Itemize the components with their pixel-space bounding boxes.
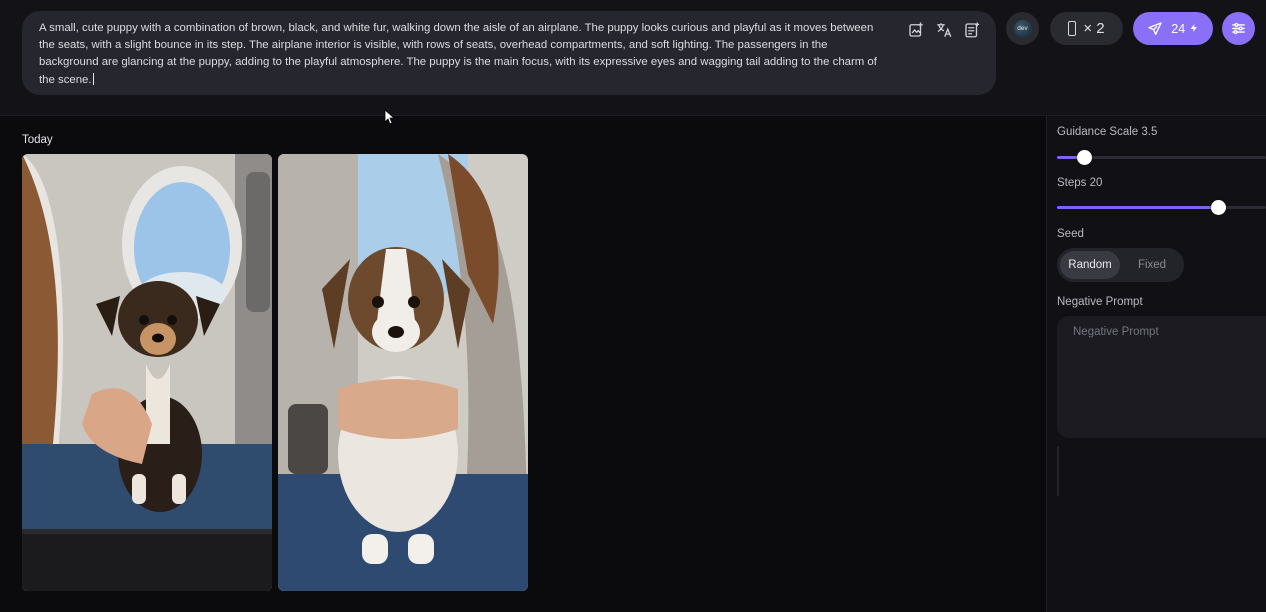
prompt-tools [905,19,982,40]
guidance-scale-thumb[interactable] [1077,150,1093,165]
settings-toggle-button[interactable] [1222,12,1255,45]
settings-panel: Guidance Scale 3.5 Steps 20 Seed Random … [1047,116,1266,612]
negative-prompt-input[interactable] [1073,326,1260,428]
generated-image-2[interactable] [278,154,528,591]
gallery-area: Today [0,116,1046,612]
translate-icon[interactable] [933,19,954,40]
prompt-text[interactable]: A small, cute puppy with a combination o… [39,20,878,89]
model-badge-label: dev [1017,25,1028,32]
steps-slider[interactable] [1057,200,1266,215]
prompt-input-box[interactable]: A small, cute puppy with a combination o… [22,11,996,95]
panel-scrollbar[interactable] [1057,446,1059,496]
lightning-icon [1190,23,1197,32]
credits-count: 24 [1171,21,1186,36]
text-caret [92,72,94,85]
guidance-scale-label: Guidance Scale 3.5 [1057,126,1158,138]
top-bar: A small, cute puppy with a combination o… [0,0,1266,116]
aspect-ratio-button[interactable]: × 2 [1050,12,1123,45]
image-count: × 2 [1083,20,1105,37]
seed-label: Seed [1057,228,1084,240]
steps-label: Steps 20 [1057,177,1103,189]
negative-prompt-box [1057,316,1266,438]
prompt-template-icon[interactable] [961,19,982,40]
phone-ratio-icon [1068,21,1077,36]
model-selector-button[interactable]: dev [1006,12,1039,45]
steps-thumb[interactable] [1210,200,1226,215]
generated-image-1[interactable] [22,154,272,591]
negative-prompt-label: Negative Prompt [1057,296,1143,308]
send-icon [1148,21,1162,35]
seed-toggle: Random Fixed [1057,248,1184,282]
generate-button[interactable]: 24 [1133,12,1213,45]
sliders-icon [1232,22,1245,35]
gallery-section-label: Today [22,134,53,146]
seed-option-fixed[interactable]: Fixed [1123,251,1181,279]
model-badge-icon: dev [1013,19,1032,38]
mouse-cursor-icon [384,109,394,125]
seed-option-random[interactable]: Random [1060,251,1120,279]
image-prompt-icon[interactable] [905,19,926,40]
guidance-scale-slider[interactable] [1057,150,1266,165]
steps-fill [1057,206,1218,209]
